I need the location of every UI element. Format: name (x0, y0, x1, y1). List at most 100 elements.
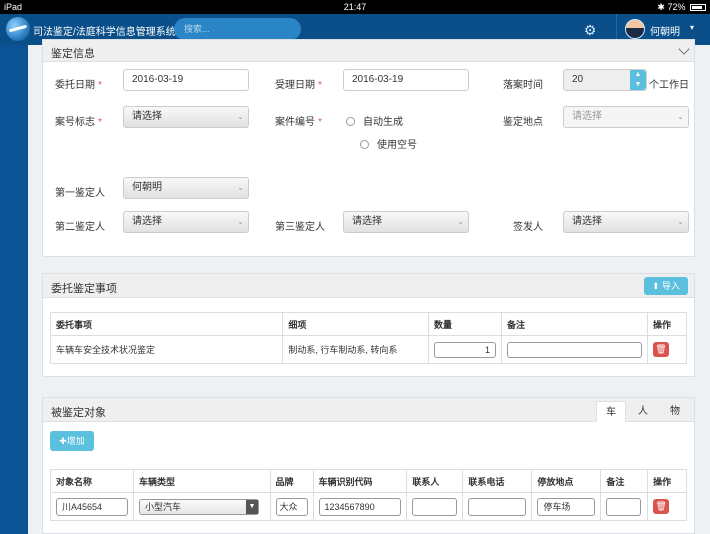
delete-trash-icon[interactable]: 🗑 (653, 342, 670, 357)
phone-input[interactable] (468, 497, 527, 516)
contact-cell (406, 492, 464, 521)
note-cell (501, 335, 649, 364)
vin-input[interactable]: 1234567890 (318, 497, 401, 516)
column-header: 停放地点 (531, 469, 602, 493)
tab-vehicle[interactable]: 车 (596, 401, 626, 422)
radio-use-empty-number[interactable]: 使用空号 (360, 136, 417, 151)
chevron-down-icon: ⌄ (237, 183, 244, 192)
vehicle-type-cell: 小型汽车 ▼ (133, 492, 271, 521)
vehicle-type-select[interactable]: 小型汽车 ▼ (139, 498, 259, 515)
column-header: 操作 (647, 312, 687, 336)
radio-auto-label: 自动生成 (363, 117, 403, 128)
appraiser1-label: 第一鉴定人 (55, 188, 105, 199)
radio-auto-generate[interactable]: 自动生成 (346, 113, 403, 128)
import-button[interactable]: ⬆ 导入 (644, 277, 688, 295)
settings-gear-icon[interactable]: ⚙ (581, 21, 599, 39)
chevron-down-icon: ⌄ (237, 217, 244, 226)
issuer-select[interactable]: 请选择 ⌄ (563, 211, 689, 233)
user-name[interactable]: 何朝明 (650, 23, 680, 38)
column-header: 联系人 (406, 469, 464, 493)
stepper-up-icon[interactable]: ▲ (630, 70, 646, 80)
appraiser3-label: 第三鉴定人 (275, 222, 325, 233)
entrust-date-input[interactable]: 2016-03-19 (123, 69, 249, 91)
close-time-unit: 个工作日 (649, 80, 689, 91)
radio-icon[interactable] (360, 140, 369, 149)
radio-empty-label: 使用空号 (377, 140, 417, 151)
search-input[interactable] (174, 18, 301, 40)
issuer-value: 请选择 (572, 216, 602, 227)
upload-icon: ⬆ (651, 281, 660, 291)
case-mark-select[interactable]: 请选择 ⌄ (123, 106, 249, 128)
accept-date-label: 受理日期 * (275, 80, 322, 91)
radio-icon[interactable] (346, 117, 355, 126)
vin-cell: 1234567890 (312, 492, 408, 521)
battery-percent: 72% (667, 2, 686, 12)
details-cell: 制动系, 行车制动系, 转向系 (282, 335, 430, 364)
panel-title: 鉴定信息 (51, 48, 95, 60)
import-label: 导入 (662, 281, 681, 291)
chevron-down-icon: ⌄ (237, 112, 244, 121)
parking-cell: 停车场 (531, 492, 602, 521)
chevron-down-icon: ⌄ (457, 217, 464, 226)
user-menu-caret-icon[interactable]: ▾ (690, 23, 694, 32)
objects-panel: 被鉴定对象 车 人 物 ✚增加 对象名称 车辆类型 品牌 车辆识别代码 联系人 … (42, 397, 695, 534)
appraiser1-value: 何朝明 (132, 182, 162, 193)
stepper-down-icon[interactable]: ▼ (630, 80, 646, 90)
objects-header: 被鉴定对象 车 人 物 (43, 398, 694, 422)
ios-status-bar: iPad 21:47 ✱ 72% (0, 0, 710, 14)
note-input[interactable] (606, 497, 642, 516)
contact-input[interactable] (412, 497, 458, 516)
appraisal-info-panel: 鉴定信息 委托日期 * 2016-03-19 受理日期 * 2016-03-19 落… (42, 39, 695, 257)
entrusted-items-table: 委托事项 细项 数量 备注 操作 车辆车安全技术状况鉴定 制动系, 行车制动系,… (49, 312, 687, 364)
table-row: 车辆车安全技术状况鉴定 制动系, 行车制动系, 转向系 1 🗑 (49, 335, 687, 364)
column-header: 备注 (501, 312, 649, 336)
entrusted-items-panel: 委托鉴定事项 ⬆ 导入 委托事项 细项 数量 备注 操作 车辆车安全技术状况鉴定… (42, 273, 695, 377)
objects-table: 对象名称 车辆类型 品牌 车辆识别代码 联系人 联系电话 停放地点 备注 操作 … (50, 469, 687, 521)
tab-person[interactable]: 人 (628, 401, 658, 422)
column-header: 对象名称 (50, 469, 134, 493)
close-time-stepper[interactable]: 20 ▲ ▼ (563, 69, 647, 91)
entrusted-items-header: 委托鉴定事项 ⬆ 导入 (43, 274, 694, 298)
column-header: 操作 (647, 469, 687, 493)
column-header: 车辆类型 (133, 469, 271, 493)
delete-trash-icon[interactable]: 🗑 (653, 499, 670, 514)
location-select[interactable]: 请选择 ⌄ (563, 106, 689, 128)
name-cell: 川A45654 (50, 492, 134, 521)
vehicle-type-value: 小型汽车 (145, 501, 182, 512)
quantity-input[interactable]: 1 (434, 341, 497, 358)
action-cell: 🗑 (647, 335, 687, 364)
dropdown-arrow-icon: ▼ (246, 499, 258, 514)
issuer-label: 签发人 (513, 222, 543, 233)
brand-input[interactable]: 大众 (275, 497, 308, 516)
appraiser3-select[interactable]: 请选择 ⌄ (343, 211, 469, 233)
column-header: 委托事项 (49, 312, 284, 336)
main-content: 鉴定信息 委托日期 * 2016-03-19 受理日期 * 2016-03-19 落… (28, 39, 710, 534)
panel-title: 委托鉴定事项 (51, 283, 117, 295)
appraiser1-select[interactable]: 何朝明 ⌄ (123, 177, 249, 199)
table-header-row: 对象名称 车辆类型 品牌 车辆识别代码 联系人 联系电话 停放地点 备注 操作 (50, 469, 687, 493)
table-row: 川A45654 小型汽车 ▼ 大众 1234567890 停车场 🗑 (50, 492, 687, 521)
user-avatar[interactable] (625, 19, 645, 39)
battery-icon (690, 4, 706, 11)
column-header: 备注 (600, 469, 649, 493)
note-input[interactable] (507, 341, 643, 358)
add-button[interactable]: ✚增加 (50, 431, 94, 451)
appraisal-info-header: 鉴定信息 (43, 40, 694, 62)
app-logo-icon[interactable] (6, 17, 30, 41)
column-header: 车辆识别代码 (312, 469, 408, 493)
accept-date-input[interactable]: 2016-03-19 (343, 69, 469, 91)
entrust-date-label: 委托日期 * (55, 80, 102, 91)
appraiser2-select[interactable]: 请选择 ⌄ (123, 211, 249, 233)
close-time-value: 20 (572, 74, 584, 85)
table-header-row: 委托事项 细项 数量 备注 操作 (49, 312, 687, 336)
case-number-label: 案件编号 * (275, 117, 322, 128)
item-cell: 车辆车安全技术状况鉴定 (49, 335, 284, 364)
sidebar (0, 45, 28, 534)
close-time-label: 落案时间 (503, 80, 543, 91)
collapse-chevron-icon[interactable] (678, 43, 690, 55)
app-title[interactable]: 司法鉴定/法庭科学信息管理系统 (33, 23, 176, 38)
clock: 21:47 (343, 2, 367, 12)
object-name-input[interactable]: 川A45654 (56, 497, 128, 516)
tab-object[interactable]: 物 (660, 401, 690, 422)
parking-input[interactable]: 停车场 (537, 497, 596, 516)
